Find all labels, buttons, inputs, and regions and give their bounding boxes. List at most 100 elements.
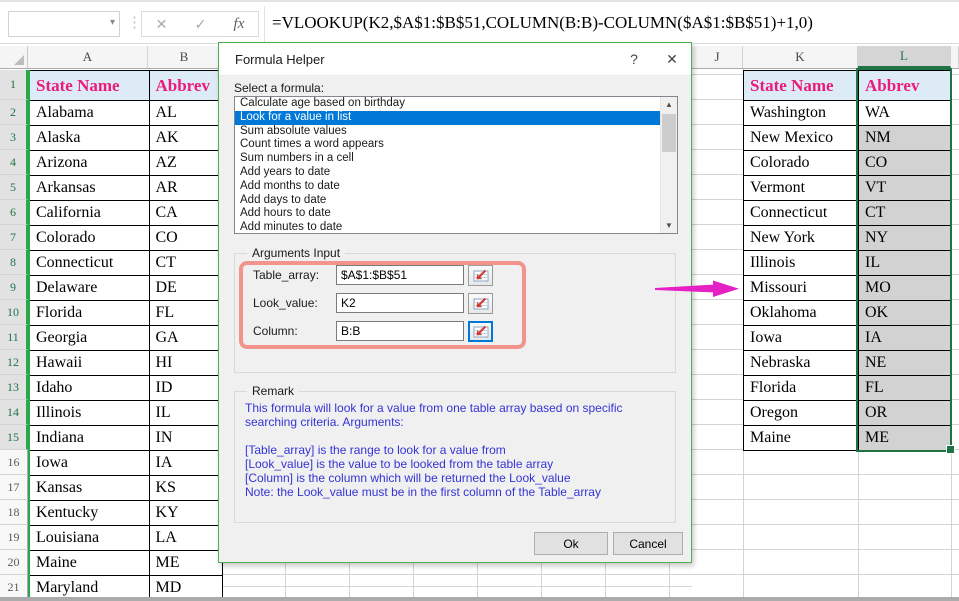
column-header-L[interactable]: L (858, 46, 951, 68)
header-cell[interactable]: State Name (744, 71, 859, 101)
row-header-6[interactable]: 6 (0, 200, 28, 225)
scroll-thumb[interactable] (662, 114, 676, 152)
name-box-dropdown-icon[interactable]: ▾ (110, 17, 115, 28)
cell[interactable]: CT (859, 201, 952, 226)
dialog-titlebar[interactable]: Formula Helper ? ✕ (219, 43, 691, 76)
argument-input-column[interactable] (336, 321, 464, 341)
formula-list-item[interactable]: Add hours to date (235, 207, 660, 221)
cell[interactable]: ID (149, 376, 222, 401)
argument-input-table_array[interactable] (336, 265, 464, 285)
column-header-K[interactable]: K (743, 46, 858, 68)
row-header-17[interactable]: 17 (0, 475, 28, 500)
cell[interactable]: Maine (744, 426, 859, 451)
cell[interactable]: California (29, 201, 149, 226)
cell[interactable]: LA (149, 526, 222, 551)
cell[interactable]: AL (149, 101, 222, 126)
cell[interactable]: CO (859, 151, 952, 176)
cell[interactable]: Maine (29, 551, 149, 576)
header-cell[interactable]: Abbrev (859, 71, 952, 101)
argument-input-look_value[interactable] (336, 293, 464, 313)
row-header-18[interactable]: 18 (0, 500, 28, 525)
row-header-7[interactable]: 7 (0, 225, 28, 250)
formula-list-item[interactable]: Sum numbers in a cell (235, 152, 660, 166)
cell[interactable]: KY (149, 501, 222, 526)
cell[interactable]: Kentucky (29, 501, 149, 526)
cell[interactable]: FL (859, 376, 952, 401)
cell[interactable]: Colorado (744, 151, 859, 176)
row-header-12[interactable]: 12 (0, 350, 28, 375)
cell[interactable]: FL (149, 301, 222, 326)
formula-list-item[interactable]: Add months to date (235, 180, 660, 194)
cell[interactable]: MO (859, 276, 952, 301)
cell[interactable]: AK (149, 126, 222, 151)
cell[interactable]: Illinois (29, 401, 149, 426)
row-header-2[interactable]: 2 (0, 100, 28, 125)
cell[interactable]: IL (149, 401, 222, 426)
cell[interactable]: KS (149, 476, 222, 501)
cell[interactable]: ME (149, 551, 222, 576)
cell[interactable]: AR (149, 176, 222, 201)
select-all-corner[interactable] (0, 46, 28, 68)
cell[interactable]: Oklahoma (744, 301, 859, 326)
formula-list-item[interactable]: Add days to date (235, 194, 660, 208)
cell[interactable]: NM (859, 126, 952, 151)
help-icon[interactable]: ? (615, 51, 653, 67)
cell[interactable]: Washington (744, 101, 859, 126)
cell[interactable]: GA (149, 326, 222, 351)
cell[interactable]: Colorado (29, 226, 149, 251)
cell[interactable]: CT (149, 251, 222, 276)
column-header-J[interactable]: J (692, 46, 743, 68)
cell[interactable]: Arkansas (29, 176, 149, 201)
cell[interactable]: Connecticut (29, 251, 149, 276)
formula-list-item[interactable]: Sum absolute values (235, 125, 660, 139)
cell[interactable]: IL (859, 251, 952, 276)
formula-input[interactable]: =VLOOKUP(K2,$A$1:$B$51,COLUMN(B:B)-COLUM… (272, 2, 813, 43)
column-header-B[interactable]: B (148, 46, 221, 68)
row-header-11[interactable]: 11 (0, 325, 28, 350)
cell[interactable]: Alabama (29, 101, 149, 126)
row-header-13[interactable]: 13 (0, 375, 28, 400)
header-cell[interactable]: State Name (29, 71, 149, 101)
cell[interactable]: NY (859, 226, 952, 251)
cell[interactable]: CA (149, 201, 222, 226)
enter-entry-icon[interactable]: ✓ (195, 16, 207, 33)
cell[interactable]: IN (149, 426, 222, 451)
cell[interactable]: Idaho (29, 376, 149, 401)
cancel-entry-icon[interactable]: ✕ (156, 16, 168, 33)
formula-list-item[interactable]: Calculate age based on birthday (235, 97, 660, 111)
formula-list-item[interactable]: Count times a word appears (235, 138, 660, 152)
name-box[interactable]: ▾ (8, 11, 120, 37)
row-header-19[interactable]: 19 (0, 525, 28, 550)
close-icon[interactable]: ✕ (653, 51, 691, 68)
cell[interactable]: Louisiana (29, 526, 149, 551)
row-header-4[interactable]: 4 (0, 150, 28, 175)
row-header-15[interactable]: 15 (0, 425, 28, 450)
cell[interactable]: AZ (149, 151, 222, 176)
cell[interactable]: Kansas (29, 476, 149, 501)
cell[interactable]: OR (859, 401, 952, 426)
insert-function-icon[interactable]: fx (234, 16, 245, 33)
formula-list-item[interactable]: Look for a value in list (235, 111, 660, 125)
cell[interactable]: IA (859, 326, 952, 351)
list-scrollbar[interactable]: ▲ ▼ (660, 97, 677, 233)
cell[interactable]: Hawaii (29, 351, 149, 376)
column-header-A[interactable]: A (28, 46, 148, 68)
cell[interactable]: DE (149, 276, 222, 301)
formula-list-item[interactable]: Add minutes to date (235, 221, 660, 234)
row-header-10[interactable]: 10 (0, 300, 28, 325)
cell[interactable]: Florida (29, 301, 149, 326)
cell[interactable]: Alaska (29, 126, 149, 151)
cell[interactable]: New York (744, 226, 859, 251)
cell[interactable]: OK (859, 301, 952, 326)
range-picker-button[interactable] (468, 321, 493, 342)
fill-handle[interactable] (946, 445, 955, 454)
formula-listbox[interactable]: Calculate age based on birthdayLook for … (234, 96, 678, 234)
header-cell[interactable]: Abbrev (149, 71, 222, 101)
cell[interactable]: Georgia (29, 326, 149, 351)
cell[interactable]: Iowa (744, 326, 859, 351)
cell[interactable]: IA (149, 451, 222, 476)
cell[interactable]: Missouri (744, 276, 859, 301)
row-header-14[interactable]: 14 (0, 400, 28, 425)
row-header-16[interactable]: 16 (0, 450, 28, 475)
formula-list-item[interactable]: Add years to date (235, 166, 660, 180)
